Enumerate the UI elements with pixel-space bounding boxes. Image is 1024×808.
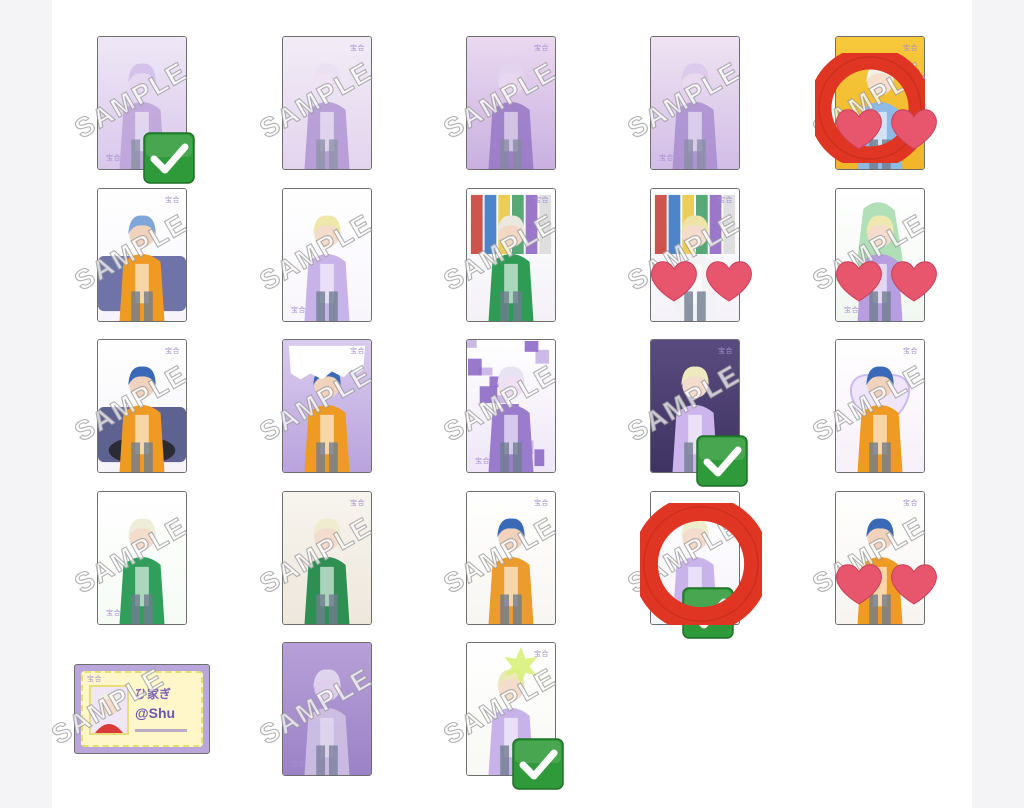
brand-mark: 宝合 bbox=[718, 348, 733, 355]
ticket-card[interactable]: ひ家ぎ @Shu 宝合 bbox=[74, 664, 210, 754]
brand-mark: 宝合 bbox=[659, 610, 674, 617]
card-photo bbox=[98, 189, 186, 321]
brand-mark: 宝合 bbox=[903, 348, 918, 355]
brand-mark: 宝合 bbox=[718, 197, 733, 204]
card-photo bbox=[836, 189, 924, 321]
card-photo bbox=[651, 37, 739, 169]
brand-mark: 宝合 bbox=[844, 307, 859, 314]
card-photo bbox=[467, 492, 555, 624]
card-photo bbox=[98, 492, 186, 624]
photocard-5[interactable]: 宝合 bbox=[835, 36, 925, 170]
photocard-grid-sheet: 宝合 SAMPLE 宝合 SAMPLE 宝合 SAMPLE 宝合 SAMPLE 宝合 SAMPLE… bbox=[46, 0, 972, 808]
card-photo bbox=[98, 340, 186, 472]
brand-mark: 宝合 bbox=[291, 761, 306, 768]
ticket-photo bbox=[89, 685, 129, 735]
brand-mark: 宝合 bbox=[534, 500, 549, 507]
brand-mark: 宝合 bbox=[165, 197, 180, 204]
ticket-logo: @Shu bbox=[135, 705, 176, 721]
card-photo bbox=[467, 189, 555, 321]
ticket-title: ひ家ぎ bbox=[135, 687, 172, 701]
photocard-6[interactable]: 宝合 bbox=[97, 188, 187, 322]
brand-mark: 宝合 bbox=[534, 651, 549, 658]
brand-mark: 宝合 bbox=[903, 45, 918, 52]
brand-mark: 宝合 bbox=[350, 45, 365, 52]
card-photo bbox=[836, 37, 924, 169]
brand-mark: 宝合 bbox=[534, 197, 549, 204]
brand-mark: 宝合 bbox=[903, 500, 918, 507]
photocard-10[interactable]: 宝合 bbox=[835, 188, 925, 322]
brand-mark: 宝合 bbox=[475, 458, 490, 465]
card-photo bbox=[283, 340, 371, 472]
card-photo bbox=[283, 37, 371, 169]
photocard-11[interactable]: 宝合 bbox=[97, 339, 187, 473]
photocard-20[interactable]: 宝合 bbox=[835, 491, 925, 625]
card-photo bbox=[98, 37, 186, 169]
brand-mark: 宝合 bbox=[534, 45, 549, 52]
card-photo bbox=[467, 37, 555, 169]
ticket-brand: 宝合 bbox=[87, 676, 102, 683]
photocard-2[interactable]: 宝合 bbox=[282, 36, 372, 170]
card-photo bbox=[651, 189, 739, 321]
card-photo bbox=[283, 643, 371, 775]
photocard-22[interactable]: 宝合 bbox=[282, 642, 372, 776]
photocard-16[interactable]: 宝合 bbox=[97, 491, 187, 625]
card-photo bbox=[467, 340, 555, 472]
photocard-18[interactable]: 宝合 bbox=[466, 491, 556, 625]
photocard-3[interactable]: 宝合 bbox=[466, 36, 556, 170]
brand-mark: 宝合 bbox=[291, 307, 306, 314]
card-photo bbox=[651, 340, 739, 472]
photocard-4[interactable]: 宝合 bbox=[650, 36, 740, 170]
photocard-14[interactable]: 宝合 bbox=[650, 339, 740, 473]
brand-mark: 宝合 bbox=[350, 500, 365, 507]
brand-mark: 宝合 bbox=[350, 348, 365, 355]
card-photo bbox=[651, 492, 739, 624]
ticket-footer bbox=[135, 729, 187, 732]
photocard-1[interactable]: 宝合 bbox=[97, 36, 187, 170]
card-photo bbox=[283, 492, 371, 624]
photocard-15[interactable]: 宝合 bbox=[835, 339, 925, 473]
photocard-8[interactable]: 宝合 bbox=[466, 188, 556, 322]
photocard-12[interactable]: 宝合 bbox=[282, 339, 372, 473]
photocard-9[interactable]: 宝合 bbox=[650, 188, 740, 322]
brand-mark: 宝合 bbox=[659, 155, 674, 162]
photocard-19[interactable]: 宝合 bbox=[650, 491, 740, 625]
card-photo bbox=[467, 643, 555, 775]
brand-mark: 宝合 bbox=[106, 155, 121, 162]
card-photo bbox=[836, 492, 924, 624]
photocard-13[interactable]: 宝合 bbox=[466, 339, 556, 473]
card-photo bbox=[283, 189, 371, 321]
photocard-17[interactable]: 宝合 bbox=[282, 491, 372, 625]
brand-mark: 宝合 bbox=[165, 348, 180, 355]
card-photo bbox=[836, 340, 924, 472]
brand-mark: 宝合 bbox=[106, 610, 121, 617]
photocard-7[interactable]: 宝合 bbox=[282, 188, 372, 322]
photocard-23[interactable]: 宝合 bbox=[466, 642, 556, 776]
